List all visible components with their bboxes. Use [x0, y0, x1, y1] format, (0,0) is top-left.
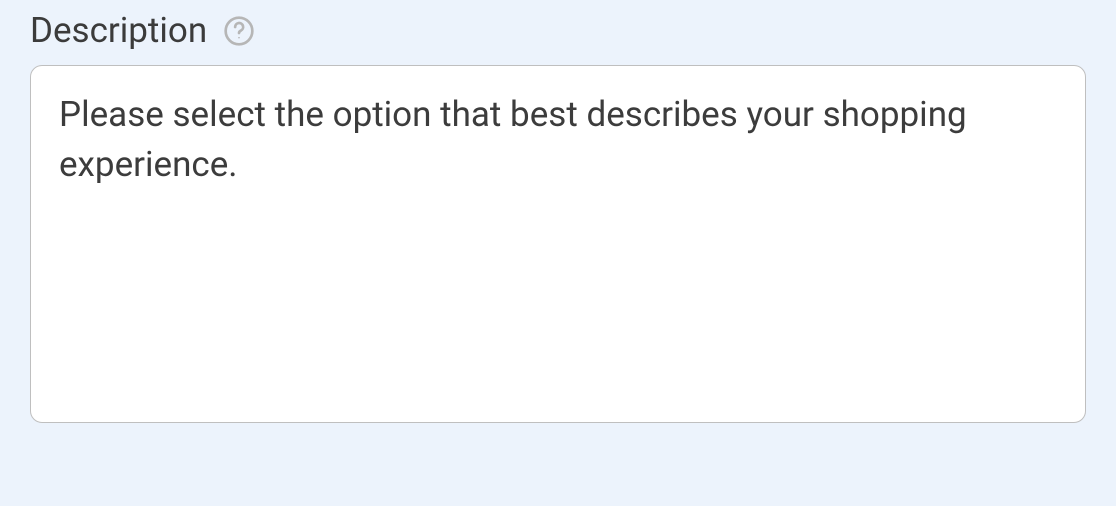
description-label: Description	[30, 10, 207, 51]
description-textarea[interactable]	[30, 65, 1086, 423]
help-icon[interactable]	[223, 15, 255, 47]
description-textarea-wrap	[30, 65, 1086, 423]
description-label-row: Description	[30, 0, 1086, 51]
